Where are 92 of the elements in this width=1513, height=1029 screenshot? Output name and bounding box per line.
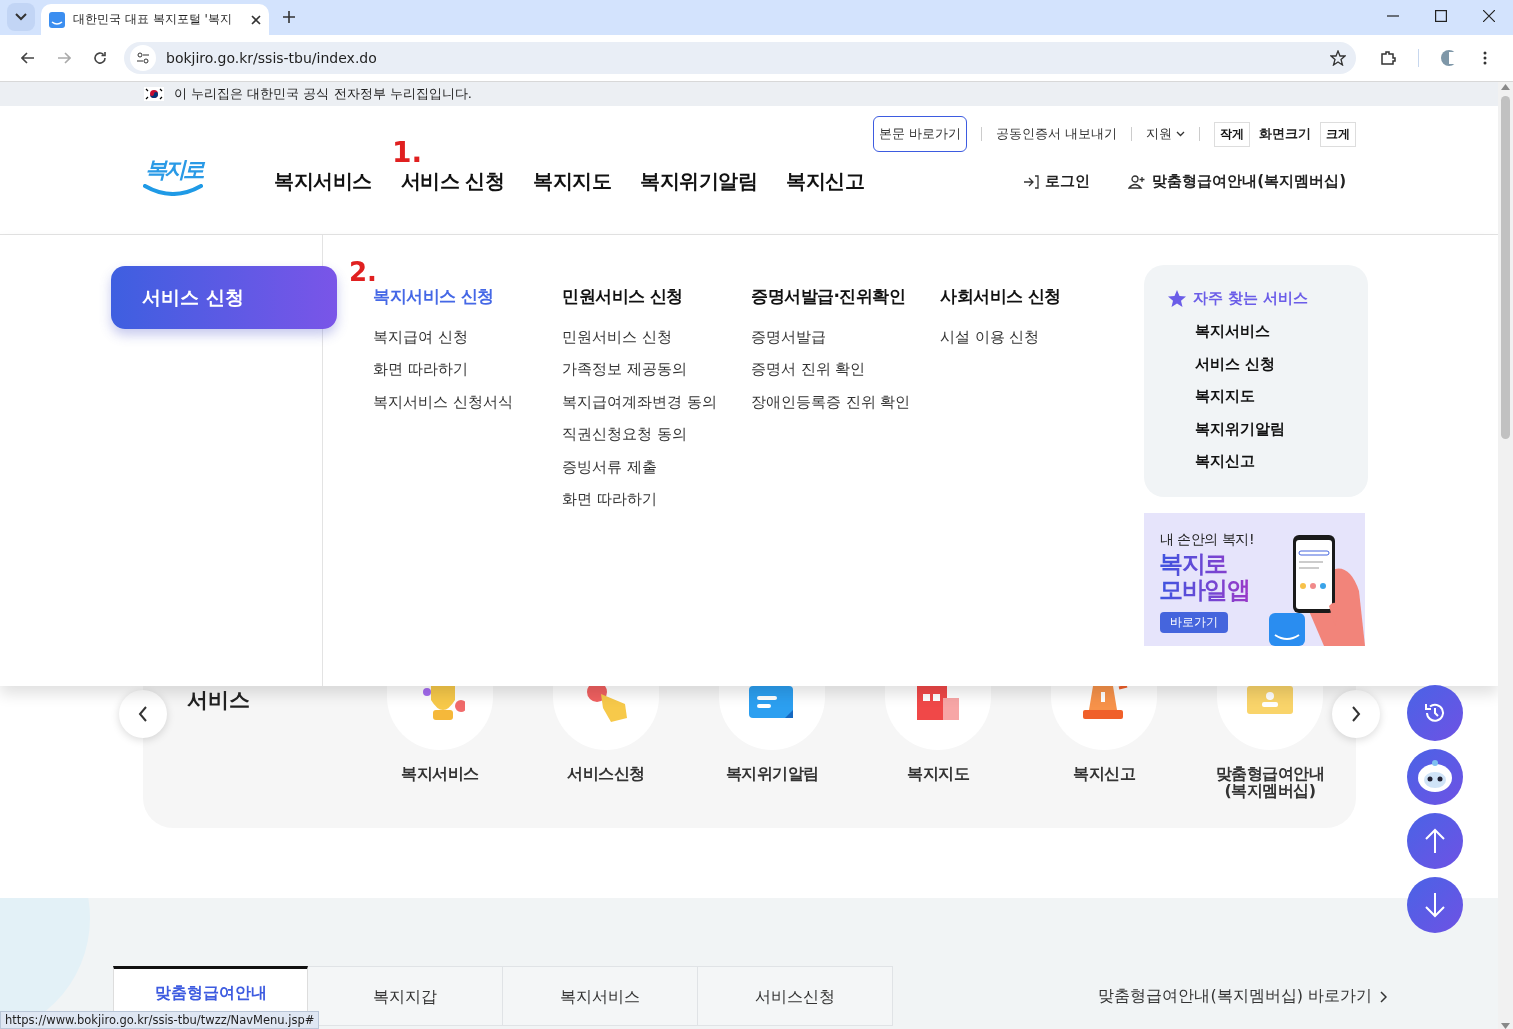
header-link[interactable]: 공동인증서 내보내기 [995, 125, 1117, 143]
chevron-left-icon [138, 706, 148, 722]
membership-link[interactable]: 맞춤형급여안내(복지멤버십) [1128, 172, 1346, 191]
section-tab[interactable]: 서비스신청 [698, 966, 893, 1026]
font-size-label: 화면크기 [1259, 125, 1311, 143]
maximize-icon[interactable] [1435, 10, 1447, 22]
banner-tagline: 내 손안의 복지! [1160, 531, 1254, 549]
nav-menu-item[interactable]: 복지신고 [786, 168, 865, 198]
smile-icon [143, 184, 203, 196]
address-bar[interactable]: bokjiro.go.kr/ssis-tbu/index.do [124, 42, 1356, 74]
favorite-link[interactable]: 복지위기알림 [1195, 419, 1368, 452]
star-icon [1168, 290, 1186, 307]
close-icon[interactable] [1483, 10, 1495, 22]
arrow-up-icon [1425, 828, 1445, 854]
skip-link[interactable]: 본문 바로가기 [872, 116, 967, 152]
favorite-link[interactable]: 서비스 신청 [1195, 354, 1368, 387]
scroll-top-button[interactable] [1407, 813, 1463, 869]
government-notice: 이 누리집은 대한민국 공식 전자정부 누리집입니다. [174, 85, 472, 103]
annotation-number: 1. [392, 136, 423, 169]
favorite-link[interactable]: 복지신고 [1195, 452, 1368, 485]
nav-menu-item[interactable]: 서비스 신청 [400, 168, 505, 198]
submenu-link[interactable]: 화면 따라하기 [562, 489, 751, 523]
nav-menu-item[interactable]: 복지위기알림 [640, 168, 758, 198]
submenu-link[interactable]: 가족정보 제공동의 [562, 360, 751, 393]
login-icon [1023, 174, 1040, 189]
submenu-link[interactable]: 화면 따라하기 [373, 360, 562, 393]
menu-heading[interactable]: 증명서발급·진위확인 [751, 285, 940, 308]
korea-flag-icon [144, 87, 164, 101]
service-link[interactable]: 복지신고 [1073, 765, 1135, 782]
tab-list-button[interactable] [7, 3, 35, 31]
extensions-icon[interactable] [1380, 50, 1396, 66]
membership-shortcut-link[interactable]: 맞춤형급여안내(복지멤버십) 바로가기 [1098, 986, 1387, 1007]
submenu-link[interactable]: 복지급여계좌변경 동의 [562, 392, 751, 426]
menu-heading[interactable]: 민원서비스 신청 [562, 285, 751, 308]
submenu-link[interactable]: 장애인등록증 진위 확인 [751, 392, 940, 426]
recent-history-button[interactable] [1407, 685, 1463, 741]
favorite-link[interactable]: 복지지도 [1195, 387, 1368, 420]
status-url-tooltip: https://www.bokjiro.go.kr/ssis-tbu/twzz/NavMenu.jsp# [0, 1011, 320, 1029]
menu-heading[interactable]: 사회서비스 신청 [940, 285, 1129, 308]
favorite-link[interactable]: 복지서비스 [1195, 322, 1368, 355]
nav-menu-item[interactable]: 복지지도 [533, 168, 612, 198]
profile-icon[interactable] [1440, 49, 1458, 67]
submenu-link[interactable]: 직권신청요청 동의 [562, 425, 751, 458]
support-dropdown[interactable]: 지원 [1146, 125, 1185, 143]
app-banner[interactable]: 내 손안의 복지! 복지로 모바일앱 바로가기 [1144, 513, 1365, 646]
reload-icon[interactable] [93, 51, 107, 65]
smaller-text-button[interactable]: 작게 [1214, 121, 1250, 147]
service-link[interactable]: 복지위기알림 [725, 765, 819, 782]
submenu-link[interactable]: 증명서발급 [751, 328, 940, 361]
nav-menu-item[interactable]: 복지서비스 [274, 168, 372, 198]
login-link[interactable]: 로그인 [1023, 172, 1091, 191]
arrow-down-icon [1425, 892, 1445, 918]
submenu-link[interactable]: 복지급여 신청 [373, 328, 562, 361]
close-icon[interactable] [251, 14, 261, 25]
scroll-down-arrow-icon[interactable] [1501, 1023, 1510, 1029]
go-button[interactable]: 바로가기 [1160, 612, 1228, 633]
larger-text-button[interactable]: 크게 [1320, 121, 1356, 147]
scroll-up-arrow-icon[interactable] [1501, 84, 1510, 90]
banner-title: 복지로 모바일앱 [1159, 551, 1249, 603]
back-icon[interactable] [21, 52, 35, 64]
scrollbar-thumb[interactable] [1501, 96, 1510, 439]
url-text: bokjiro.go.kr/ssis-tbu/index.do [166, 50, 378, 66]
chevron-down-icon [1176, 131, 1185, 137]
annotation-number: 2. [349, 257, 377, 287]
submenu-link[interactable]: 복지서비스 신청서식 [373, 392, 562, 426]
robot-icon [1415, 760, 1455, 794]
service-link[interactable]: 맞춤형급여안내 (복지멤버십) [1215, 765, 1325, 799]
chatbot-button[interactable] [1407, 749, 1463, 805]
submenu-link[interactable]: 민원서비스 신청 [562, 328, 751, 361]
section-title-button[interactable]: 서비스 신청 [111, 266, 337, 329]
browser-tab[interactable]: 대한민국 대표 복지포털 '복지 [41, 4, 269, 35]
submenu-link[interactable]: 증빙서류 제출 [562, 457, 751, 490]
more-menu-icon[interactable] [1483, 51, 1487, 65]
submenu-link[interactable]: 시설 이용 신청 [940, 328, 1129, 361]
service-link[interactable]: 복지지도 [907, 765, 969, 782]
section-title: 서비스 [187, 687, 250, 714]
favorites-title: 자주 찾는 서비스 [1193, 289, 1309, 308]
tab-title: 대한민국 대표 복지포털 '복지 [73, 11, 233, 28]
chevron-down-icon [15, 13, 27, 21]
site-favicon-icon [49, 11, 65, 28]
service-link[interactable]: 복지서비스 [401, 765, 479, 782]
chevron-right-icon [1380, 990, 1387, 1003]
submenu-link[interactable]: 증명서 진위 확인 [751, 360, 940, 393]
new-tab-icon[interactable] [283, 11, 295, 23]
chevron-right-icon [1351, 706, 1361, 722]
add-user-icon [1128, 174, 1147, 189]
scroll-bottom-button[interactable] [1407, 877, 1463, 933]
section-tab[interactable]: 복지서비스 [503, 966, 698, 1026]
site-settings-icon[interactable] [136, 52, 150, 64]
service-link[interactable]: 서비스신청 [567, 765, 645, 782]
bookmark-star-icon[interactable] [1330, 50, 1346, 66]
menu-heading[interactable]: 복지서비스 신청 [373, 285, 562, 308]
